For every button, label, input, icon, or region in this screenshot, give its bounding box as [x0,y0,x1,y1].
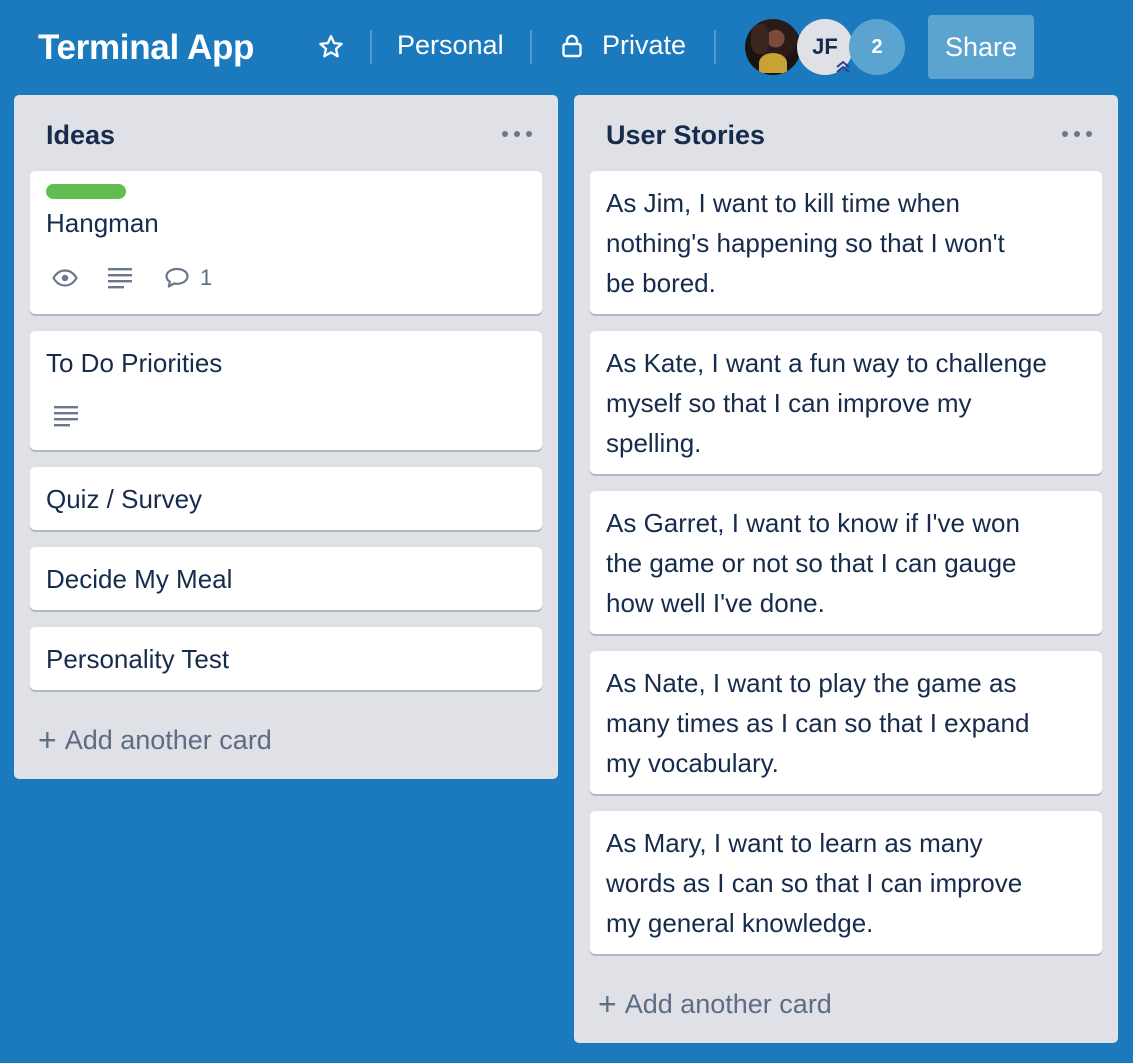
card-title: As Nate, I want to play the game as many… [606,668,1030,778]
list-user-stories: User Stories As Jim, I want to kill time… [574,95,1118,1043]
card-title: Decide My Meal [46,564,233,594]
card-title: Hangman [46,208,159,238]
card-user-story[interactable]: As Mary, I want to learn as many words a… [590,811,1102,954]
team-button[interactable]: Personal [397,30,504,61]
list-menu-icon[interactable] [1062,127,1092,141]
card-user-story[interactable]: As Garret, I want to know if I've won th… [590,491,1102,634]
comments-count: 1 [200,265,213,290]
add-card-label: Add another card [64,724,272,755]
board-title[interactable]: Terminal App [38,28,254,68]
list-ideas: Ideas Hangman 1 To Do Priorities Quiz / … [14,95,558,779]
card-user-story[interactable]: As Nate, I want to play the game as many… [590,651,1102,794]
description-icon [54,406,78,427]
card-title: As Jim, I want to kill time when nothing… [606,188,1005,298]
card-hangman[interactable]: Hangman 1 [30,171,542,314]
board-header: Terminal App Personal Private JF 2 Share [0,0,1133,95]
board: Terminal App Personal Private JF 2 Share… [0,0,1133,1063]
description-icon [108,268,132,289]
list-menu-icon[interactable] [502,127,532,141]
share-button[interactable]: Share [928,15,1034,79]
card-label-green[interactable] [46,184,126,199]
card-title: As Mary, I want to learn as many words a… [606,828,1023,938]
card-title: To Do Priorities [46,348,223,378]
card-user-story[interactable]: As Jim, I want to kill time when nothing… [590,171,1102,314]
list-title[interactable]: User Stories [606,120,765,151]
comment-icon [165,267,189,288]
member-avatar-initials[interactable]: JF [797,19,853,75]
member-initials: JF [812,34,838,59]
visibility-button[interactable]: Private [560,30,686,61]
header-divider [530,30,532,64]
card-title: As Garret, I want to know if I've won th… [606,508,1020,618]
star-icon [319,35,343,58]
more-members-badge[interactable]: 2 [849,19,905,75]
card-personality-test[interactable]: Personality Test [30,627,542,690]
eye-icon [52,269,78,287]
card-badges: 1 [52,265,212,291]
star-button[interactable] [314,30,348,64]
add-card-button[interactable]: + Add another card [38,724,272,756]
card-decide-my-meal[interactable]: Decide My Meal [30,547,542,610]
list-title[interactable]: Ideas [46,120,115,151]
lock-icon [562,34,582,57]
admin-chevron-icon [836,60,850,73]
card-title: Personality Test [46,644,230,674]
header-divider [370,30,372,64]
card-user-story[interactable]: As Kate, I want a fun way to challenge m… [590,331,1102,474]
card-quiz-survey[interactable]: Quiz / Survey [30,467,542,530]
add-card-label: Add another card [624,988,832,1019]
visibility-label: Private [602,30,687,60]
card-title: As Kate, I want a fun way to challenge m… [606,348,1047,458]
card-to-do-priorities[interactable]: To Do Priorities [30,331,542,450]
comments-badge: 1 [164,265,212,291]
card-title: Quiz / Survey [46,484,203,514]
plus-icon: + [38,722,57,758]
member-avatar-photo[interactable] [745,19,801,75]
plus-icon: + [598,986,617,1022]
add-card-button[interactable]: + Add another card [598,988,832,1020]
header-divider [714,30,716,64]
